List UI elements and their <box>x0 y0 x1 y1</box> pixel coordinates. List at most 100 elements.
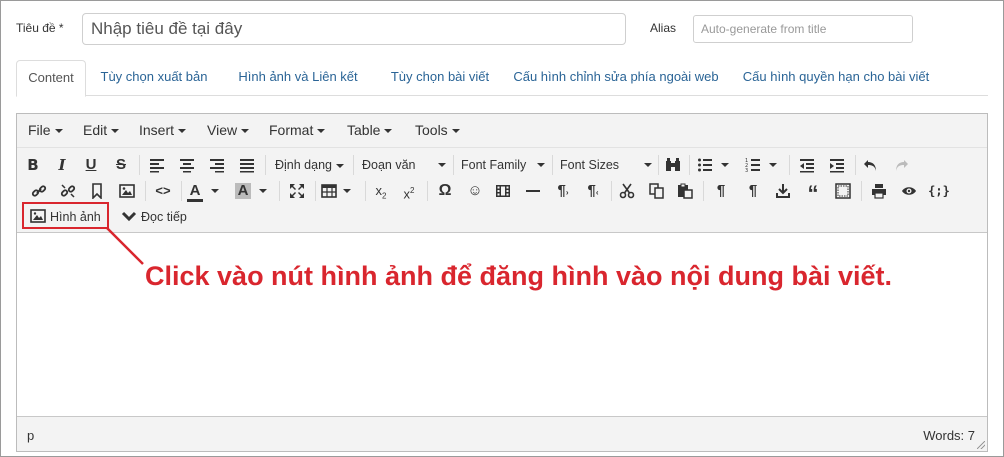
menu-table-label: Table <box>347 122 381 138</box>
insert-file-icon[interactable] <box>771 180 795 202</box>
chevron-down-icon <box>178 129 187 134</box>
letter-a-icon: A <box>235 183 251 199</box>
special-character-icon[interactable]: Ω <box>433 180 457 202</box>
strikethrough-icon[interactable]: S <box>109 154 133 176</box>
chevron-down-icon <box>769 163 777 168</box>
toolbar-separator <box>861 181 862 201</box>
menu-file-label: File <box>28 122 51 138</box>
chevron-down-icon <box>54 129 63 134</box>
chevron-down-icon <box>121 211 137 222</box>
find-replace-icon[interactable] <box>661 154 685 176</box>
template-icon[interactable] <box>831 180 855 202</box>
print-icon[interactable] <box>867 180 891 202</box>
tab-publishing[interactable]: Tùy chọn xuất bản <box>92 60 216 96</box>
toolbar-separator <box>658 155 659 175</box>
alias-input[interactable]: Auto-generate from title <box>693 15 913 43</box>
readmore-button[interactable]: Đọc tiếp <box>121 206 187 228</box>
menu-tools[interactable]: Tools <box>415 122 460 138</box>
numbered-list-icon[interactable]: 123 <box>745 154 779 176</box>
chevron-down-icon <box>721 163 729 168</box>
underline-icon[interactable]: U <box>79 154 103 176</box>
rtl-icon[interactable]: ¶‹ <box>581 180 605 202</box>
toolbar-separator <box>315 181 316 201</box>
table-icon[interactable] <box>321 180 361 202</box>
chevron-down-icon <box>451 129 460 134</box>
text-color-icon[interactable]: A <box>187 180 227 202</box>
source-code-icon[interactable]: <> <box>151 180 175 202</box>
editor-toolbar-area: File Edit Insert View Format Table Tools… <box>17 114 987 233</box>
letter-a-icon: A <box>187 183 203 202</box>
chevron-down-icon <box>343 189 351 194</box>
align-justify-icon[interactable] <box>235 154 259 176</box>
image-insert-icon[interactable] <box>115 180 139 202</box>
paste-icon[interactable] <box>673 180 697 202</box>
menu-view[interactable]: View <box>207 122 250 138</box>
italic-icon[interactable]: I <box>50 154 74 176</box>
toolbar-separator <box>703 181 704 201</box>
align-left-icon[interactable] <box>145 154 169 176</box>
align-right-icon[interactable] <box>205 154 229 176</box>
visual-chars-icon[interactable]: ¶ <box>741 180 765 202</box>
tab-frontend-editing[interactable]: Cấu hình chỉnh sửa phía ngoài web <box>508 60 724 96</box>
align-center-icon[interactable] <box>175 154 199 176</box>
menu-file[interactable]: File <box>28 122 63 138</box>
preview-icon[interactable] <box>897 180 921 202</box>
fullscreen-icon[interactable] <box>285 180 309 202</box>
menu-edit-label: Edit <box>83 122 108 138</box>
chevron-down-icon <box>336 163 344 168</box>
format-dropdown[interactable]: Định dạng <box>275 154 344 176</box>
tab-article-options[interactable]: Tùy chọn bài viết <box>378 60 502 96</box>
media-icon[interactable] <box>491 180 515 202</box>
image-button-highlight <box>22 202 109 229</box>
readmore-button-label: Đọc tiếp <box>141 210 187 224</box>
subscript-icon[interactable]: x2 <box>369 180 393 202</box>
tab-images-links[interactable]: Hình ảnh và Liên kết <box>228 60 368 96</box>
copy-icon[interactable] <box>645 180 669 202</box>
tab-content[interactable]: Content <box>16 60 86 97</box>
tab-bar: Content Tùy chọn xuất bản Hình ảnh và Li… <box>16 60 988 97</box>
bookmark-icon[interactable] <box>85 180 109 202</box>
chevron-down-icon <box>537 163 545 167</box>
font-sizes-label: Font Sizes <box>560 158 620 172</box>
toolbar-separator <box>145 181 146 201</box>
editor-menubar: File Edit Insert View Format Table Tools <box>17 114 987 148</box>
paragraph-dropdown[interactable]: Đoạn văn <box>362 154 446 176</box>
element-path[interactable]: p <box>27 428 34 443</box>
menu-edit[interactable]: Edit <box>83 122 120 138</box>
tab-permissions[interactable]: Cấu hình quyền hạn cho bài viết <box>736 60 936 96</box>
emoticons-icon[interactable]: ☺ <box>463 180 487 202</box>
menu-table[interactable]: Table <box>347 122 393 138</box>
indent-icon[interactable] <box>825 154 849 176</box>
bullet-list-icon[interactable] <box>697 154 731 176</box>
toolbar-separator <box>453 155 454 175</box>
format-dropdown-label: Định dạng <box>275 158 332 172</box>
superscript-icon[interactable]: x2 <box>397 180 421 202</box>
horizontal-rule-icon[interactable] <box>521 180 545 202</box>
menu-format-label: Format <box>269 122 314 138</box>
code-sample-icon[interactable]: {;} <box>927 180 951 202</box>
link-icon[interactable] <box>27 180 51 202</box>
blockquote-icon[interactable]: “ <box>801 180 825 206</box>
font-family-dropdown[interactable]: Font Family <box>461 154 545 176</box>
outdent-icon[interactable] <box>795 154 819 176</box>
cut-icon[interactable] <box>615 180 639 202</box>
font-sizes-dropdown[interactable]: Font Sizes <box>560 154 652 176</box>
undo-icon[interactable] <box>859 154 883 176</box>
toolbar-separator <box>552 155 553 175</box>
redo-icon[interactable] <box>889 154 913 176</box>
show-blocks-icon[interactable]: ¶ <box>709 180 733 202</box>
chevron-down-icon <box>211 189 219 194</box>
bold-icon[interactable]: B <box>21 154 45 176</box>
background-color-icon[interactable]: A <box>235 180 275 202</box>
chevron-down-icon <box>317 129 326 134</box>
resize-handle-icon[interactable] <box>977 441 985 449</box>
menu-insert[interactable]: Insert <box>139 122 187 138</box>
unlink-icon[interactable] <box>56 180 80 202</box>
toolbar-separator <box>611 181 612 201</box>
chevron-down-icon <box>241 129 250 134</box>
svg-text:3: 3 <box>745 168 748 173</box>
menu-format[interactable]: Format <box>269 122 326 138</box>
ltr-icon[interactable]: ¶› <box>551 180 575 202</box>
title-input[interactable]: Nhập tiêu đề tại đây <box>82 13 626 45</box>
toolbar-separator <box>689 155 690 175</box>
